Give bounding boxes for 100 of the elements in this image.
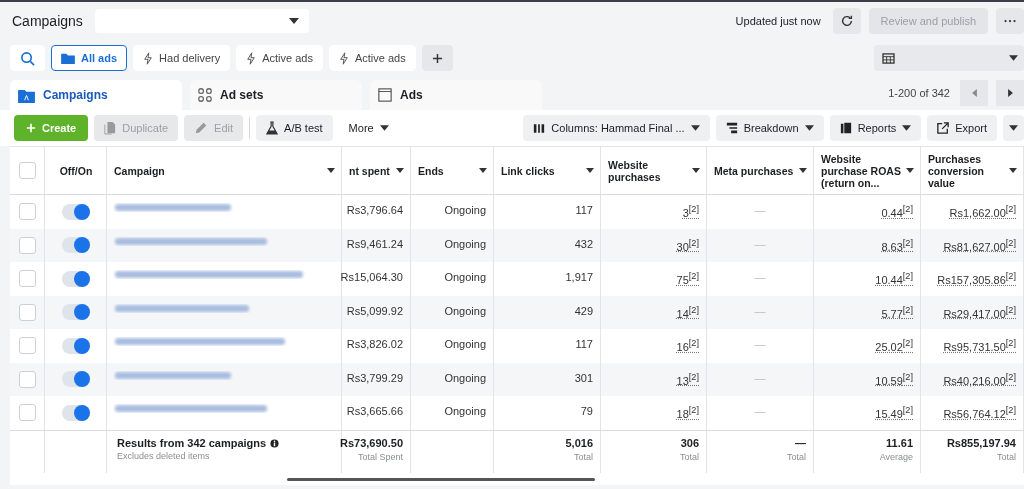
select-all-checkbox[interactable]	[19, 162, 36, 179]
row-checkbox[interactable]	[18, 303, 36, 321]
row-checkbox[interactable]	[18, 236, 36, 254]
sort-caret-icon[interactable]	[327, 168, 335, 173]
column-header: Off/On	[59, 164, 93, 177]
sort-caret-icon[interactable]	[1009, 168, 1017, 173]
table-cell: Rs157,305.86$^{[2]}$	[937, 271, 1016, 286]
toggle-switch[interactable]	[61, 237, 90, 254]
filter-tab[interactable]: Active ads	[236, 45, 323, 71]
caret-icon	[902, 125, 912, 131]
sort-caret-icon[interactable]	[479, 168, 487, 173]
toggle-switch[interactable]	[61, 203, 90, 220]
column-header: Ends	[418, 164, 444, 177]
toolbar-button[interactable]: More	[338, 115, 399, 141]
toolbar-button[interactable]: Reports	[829, 115, 922, 141]
row-checkbox[interactable]	[18, 404, 36, 422]
filter-tab[interactable]: Active ads	[328, 45, 416, 71]
column-header: Meta purchases	[714, 164, 794, 177]
export-icon	[937, 122, 950, 134]
plus-icon	[26, 123, 36, 133]
table-cell: Ongoing	[444, 371, 486, 384]
search-icon	[20, 50, 35, 66]
table-cell: Ongoing	[444, 271, 486, 283]
sort-caret-icon[interactable]	[799, 168, 807, 173]
table-cell: 18$^{[2]}$	[676, 405, 699, 420]
table-cell: —	[754, 338, 766, 350]
table-cell: 25.02$^{[2]}$	[875, 338, 913, 353]
search-button[interactable]	[10, 45, 45, 71]
toggle-switch[interactable]	[61, 404, 90, 421]
table-cell: —	[754, 237, 766, 250]
export-menu-button[interactable]	[1003, 115, 1024, 141]
total-value: 11.61	[886, 436, 913, 449]
table-cell: Rs3,665.66	[346, 405, 403, 417]
date-picker[interactable]	[874, 45, 1024, 71]
level-tab[interactable]: Campaigns	[10, 80, 182, 110]
table-cell: Rs40,216.00$^{[2]}$	[943, 371, 1016, 387]
table-cell: 1,917	[565, 271, 593, 283]
table-cell: 75$^{[2]}$	[676, 271, 699, 286]
table-cell: 117	[575, 338, 593, 350]
sort-caret-icon[interactable]	[692, 168, 700, 173]
table-cell: Rs15,064.30	[340, 271, 403, 283]
row-checkbox[interactable]	[18, 270, 36, 288]
toggle-switch[interactable]	[61, 371, 90, 388]
caret-icon	[1009, 55, 1018, 61]
table-cell: 5.77$^{[2]}$	[881, 304, 913, 320]
total-value: 5,016	[565, 436, 593, 449]
table-cell: —	[754, 271, 766, 283]
refresh-button[interactable]	[832, 8, 861, 34]
table-cell: 30$^{[2]}$	[676, 237, 699, 253]
row-checkbox[interactable]	[18, 370, 36, 388]
update-status: Updated just now	[735, 15, 821, 27]
column-header: Purchases conversion value	[928, 152, 986, 189]
pencil-icon	[194, 121, 209, 135]
info-icon[interactable]	[270, 438, 280, 448]
previous-page-button[interactable]	[960, 80, 988, 106]
pagination-text: 1-200 of 342	[888, 87, 950, 99]
horizontal-scrollbar[interactable]	[287, 477, 595, 481]
filter-tab[interactable]: All ads	[51, 45, 128, 71]
table-cell: 14$^{[2]}$	[676, 304, 699, 320]
table-cell: Rs3,826.02	[346, 338, 403, 350]
right-arrow-icon	[1007, 89, 1013, 97]
column-header: nt spent	[349, 164, 390, 177]
row-checkbox[interactable]	[18, 337, 36, 355]
grid-icon	[198, 88, 212, 102]
caret-icon	[1009, 125, 1018, 131]
add-filter-button[interactable]	[421, 45, 453, 71]
next-page-button[interactable]	[996, 80, 1024, 106]
table-cell: Rs29,417.00$^{[2]}$	[943, 304, 1016, 320]
toolbar-button[interactable]: Columns: Hammad Final ...	[523, 115, 710, 141]
folder-icon	[18, 87, 35, 103]
level-tab[interactable]: Ads	[370, 80, 542, 110]
toolbar-button[interactable]: A/B test	[256, 115, 333, 141]
caret-icon	[288, 18, 299, 24]
toolbar-button[interactable]: Breakdown	[715, 115, 824, 141]
table-cell: Rs9,461.24	[346, 237, 403, 250]
total-value: Rs855,197.94	[946, 436, 1016, 449]
refresh-icon	[839, 14, 854, 28]
toggle-switch[interactable]	[61, 270, 90, 287]
toggle-switch[interactable]	[61, 337, 90, 354]
table-cell: —	[754, 204, 766, 216]
table-cell: 10.59$^{[2]}$	[875, 371, 913, 387]
filter-tab[interactable]: Had delivery	[133, 45, 231, 71]
total-value: —	[795, 436, 806, 449]
table-cell: 10.44$^{[2]}$	[875, 271, 913, 286]
page-title: Campaigns	[12, 13, 83, 29]
results-summary: Results from 342 campaigns	[117, 436, 267, 449]
sort-caret-icon[interactable]	[586, 168, 594, 173]
toggle-switch[interactable]	[61, 304, 90, 321]
sort-caret-icon[interactable]	[396, 168, 404, 173]
column-header: Website purchases	[608, 158, 662, 183]
total-label: Total	[997, 451, 1016, 462]
toolbar-button[interactable]: Export	[927, 115, 997, 141]
left-arrow-icon	[971, 89, 977, 97]
level-tab[interactable]: Ad sets	[190, 80, 362, 110]
sort-caret-icon[interactable]	[906, 168, 914, 173]
footer-note: Excludes deleted items	[117, 450, 211, 461]
flask-icon	[266, 121, 279, 135]
copy-icon	[104, 121, 117, 135]
row-checkbox[interactable]	[18, 203, 36, 221]
column-header: Website purchase ROAS (return on...	[821, 152, 902, 189]
